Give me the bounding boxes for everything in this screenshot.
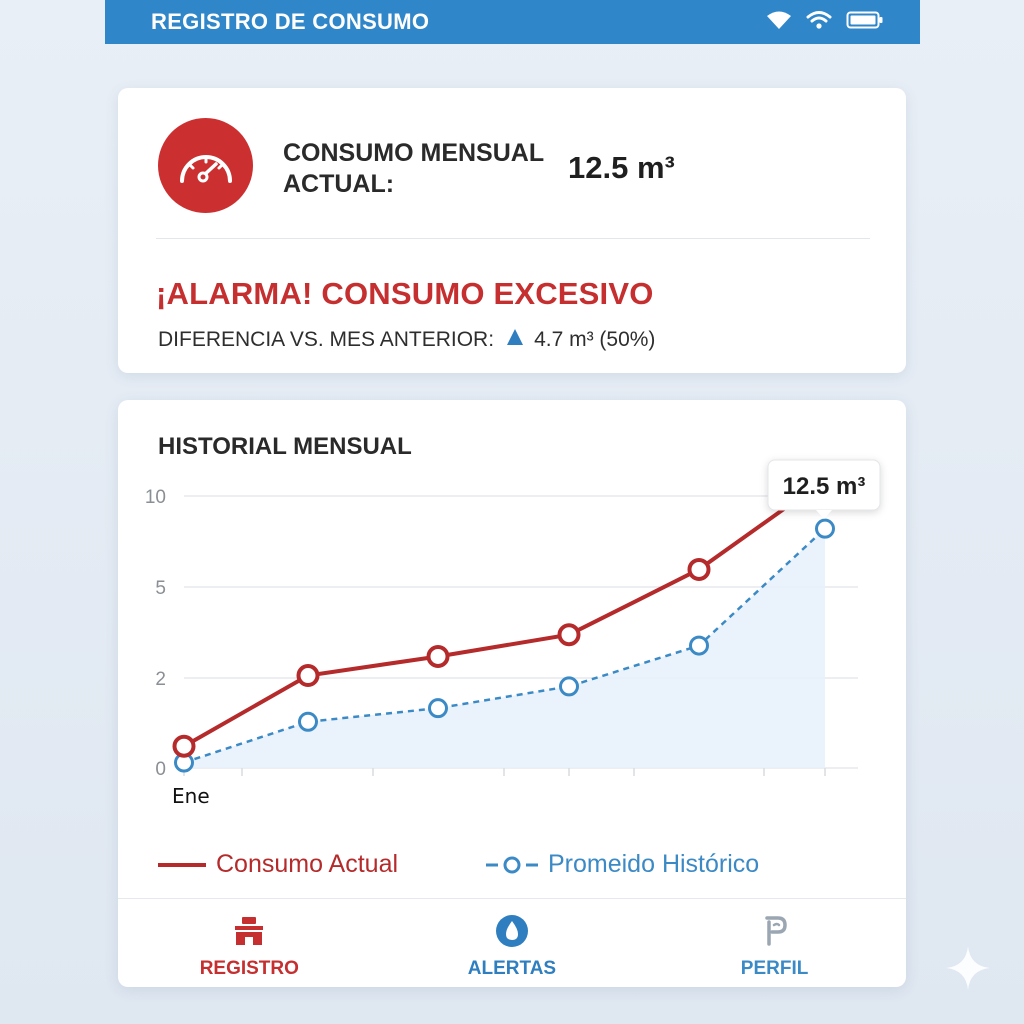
status-bar: REGISTRO DE CONSUMO [105,0,920,44]
summary-card: CONSUMO MENSUAL ACTUAL: 12.5 m³ ¡ALARMA!… [118,88,906,373]
bottom-nav: REGISTRO ALERTAS PERFIL [118,898,906,988]
promedio-point [298,711,318,732]
app-title: REGISTRO DE CONSUMO [151,9,430,34]
consumo-label: CONSUMO MENSUAL ACTUAL: [283,139,544,198]
profile-icon [760,914,790,948]
promedio-point [815,518,835,539]
difference-row: DIFERENCIA VS. MES ANTERIOR: 4.7 m³ (50%… [158,328,655,352]
difference-label: DIFERENCIA VS. MES ANTERIOR: [158,328,495,351]
promedio-point [559,676,579,697]
nav-alertas[interactable]: ALERTAS [381,899,644,988]
legend-consumo-actual-label: Consumo Actual [216,850,399,878]
building-icon [234,914,264,948]
nav-registro[interactable]: REGISTRO [118,899,381,988]
consumo-value: 12.5 m³ [568,150,675,185]
battery-icon [846,10,884,35]
y-tick-label: 2 [155,669,166,690]
sparkle-icon [944,944,992,997]
legend-promedio-historico: Promeido Histórico [486,850,759,879]
alert-drop-icon [495,914,529,948]
y-tick-label: 0 [155,759,166,780]
nav-perfil[interactable]: PERFIL [643,899,906,988]
consumo-actual-point [557,623,581,647]
difference-value: 4.7 m³ (50%) [534,328,656,351]
alarm-message: ¡ALARMA! CONSUMO EXCESIVO [156,276,654,311]
tooltip-pointer [816,510,832,519]
divider [156,238,870,239]
history-chart: 10 5 2 0 Ene 12.5 m³ [145,459,881,808]
promedio-point [428,698,448,719]
consumo-actual-point [296,664,320,688]
legend-promedio-historico-label: Promeido Histórico [548,850,760,878]
nav-registro-label: REGISTRO [199,958,299,979]
x-tick-label: Ene [172,784,210,808]
signal-icon [766,10,792,35]
consumo-actual-point [687,557,711,581]
history-card: HISTORIAL MENSUAL 10 5 2 0 Ene 12.5 m³ Consum… [118,400,906,987]
gauge-icon [158,118,253,213]
nav-alertas-label: ALERTAS [467,958,557,979]
y-tick-label: 10 [145,487,166,508]
promedio-point [689,635,709,656]
wifi-icon [806,10,832,35]
consumo-actual-point [172,734,196,758]
tooltip-text: 12.5 m³ [783,473,866,500]
legend-consumo-actual: Consumo Actual [158,850,398,879]
y-tick-label: 5 [155,578,166,599]
up-triangle-icon [506,328,524,352]
consumo-actual-point [426,644,450,668]
nav-perfil-label: PERFIL [740,958,809,979]
status-icons [766,10,884,35]
